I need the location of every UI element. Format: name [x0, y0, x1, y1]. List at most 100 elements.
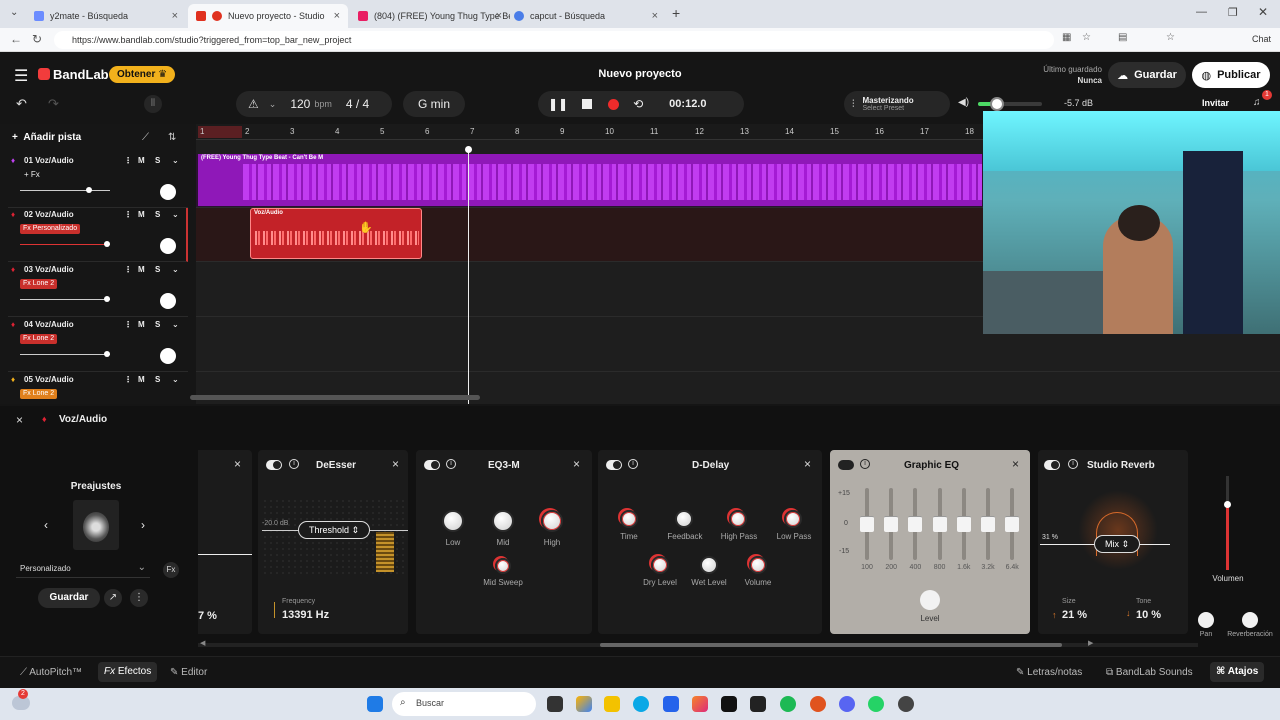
- geq-level-knob[interactable]: [920, 590, 940, 610]
- timeline-scrollbar[interactable]: [190, 395, 480, 400]
- eq3-mid-sweep-knob[interactable]: [495, 558, 511, 574]
- track-volume-handle[interactable]: [104, 296, 110, 302]
- more-icon[interactable]: ⋮: [124, 265, 132, 274]
- delay-toggle[interactable]: [606, 460, 622, 470]
- geq-band-handle[interactable]: [884, 516, 899, 532]
- delay-lowpass-knob[interactable]: [784, 510, 802, 528]
- loop-region[interactable]: [198, 126, 242, 138]
- solo-button[interactable]: S: [155, 210, 160, 219]
- copilot-app-icon[interactable]: [576, 696, 592, 712]
- invite-button[interactable]: Invitar: [1202, 98, 1229, 108]
- panel-scrollbar-track[interactable]: [198, 643, 1198, 647]
- bell-icon[interactable]: ♫: [1253, 97, 1261, 108]
- close-effect-icon[interactable]: ×: [1012, 457, 1019, 471]
- eq3-mid-knob[interactable]: [492, 510, 514, 532]
- restore-icon[interactable]: ❐: [1228, 6, 1238, 19]
- magic-wand-icon[interactable]: ⟋: [142, 132, 149, 143]
- time-signature[interactable]: 4 / 4: [346, 97, 369, 111]
- expand-icon[interactable]: ⌄: [172, 265, 179, 274]
- delay-wet-knob[interactable]: [700, 556, 718, 574]
- add-track-button[interactable]: + Añadir pista: [12, 132, 81, 143]
- sounds-tab[interactable]: ⧉ BandLab Sounds: [1106, 667, 1193, 678]
- fx-preset-tag[interactable]: Fx Lone 2: [20, 334, 58, 344]
- favorite-icon[interactable]: ☆: [1082, 32, 1091, 43]
- panel-scrollbar-thumb[interactable]: [600, 643, 1062, 647]
- close-effect-icon[interactable]: ×: [804, 457, 811, 471]
- publish-button[interactable]: ◍ Publicar: [1192, 62, 1270, 88]
- preset-select[interactable]: Personalizado ⌄: [16, 560, 150, 578]
- track-name[interactable]: 05 Voz/Audio: [24, 375, 74, 384]
- tab-youtube[interactable]: (804) (FREE) Young Thug Type Beat ×: [350, 4, 510, 28]
- track-volume-slider[interactable]: [20, 351, 110, 357]
- info-icon[interactable]: i: [446, 459, 456, 469]
- track-volume-slider[interactable]: [20, 187, 110, 193]
- back-icon[interactable]: ←: [10, 32, 22, 46]
- github-icon[interactable]: [898, 696, 914, 712]
- track-volume-handle[interactable]: [86, 187, 92, 193]
- fx-preset-tag[interactable]: Fx Lone 2: [20, 279, 58, 289]
- info-icon[interactable]: i: [1068, 459, 1078, 469]
- delay-volume-knob[interactable]: [749, 556, 767, 574]
- effects-tab[interactable]: Fx Efectos: [98, 662, 158, 682]
- close-effect-icon[interactable]: ×: [234, 457, 241, 471]
- undo-icon[interactable]: ↶: [16, 96, 27, 112]
- save-preset-button[interactable]: Guardar: [38, 588, 100, 608]
- close-tab-icon[interactable]: ×: [172, 10, 178, 22]
- pan-knob[interactable]: [160, 348, 176, 364]
- playhead[interactable]: [468, 148, 469, 404]
- more-icon[interactable]: ⋮: [124, 320, 132, 329]
- editor-tab[interactable]: ✎ Editor: [170, 667, 207, 678]
- store-icon[interactable]: [663, 696, 679, 712]
- geq-band-handle[interactable]: [932, 516, 947, 532]
- expand-icon[interactable]: ⌄: [172, 156, 179, 165]
- eq3-low-knob[interactable]: [442, 510, 464, 532]
- scroll-left-icon[interactable]: ◀: [200, 639, 205, 647]
- metronome-icon[interactable]: ⚠: [248, 97, 259, 111]
- close-effect-icon[interactable]: ×: [392, 457, 399, 471]
- playhead-handle[interactable]: [465, 146, 472, 153]
- track-volume-handle[interactable]: [104, 351, 110, 357]
- close-tab-icon[interactable]: ×: [334, 10, 340, 22]
- delay-time-knob[interactable]: [620, 510, 638, 528]
- info-icon[interactable]: i: [860, 459, 870, 469]
- tab-list-chevron-icon[interactable]: ⌄: [10, 7, 18, 18]
- solo-button[interactable]: S: [155, 265, 160, 274]
- track-volume-fader[interactable]: [1224, 476, 1231, 570]
- fx-preset-tag[interactable]: Fx Lone 2: [20, 389, 58, 399]
- threshold-handle[interactable]: Threshold ⇕: [298, 521, 370, 539]
- brave-icon[interactable]: [810, 696, 826, 712]
- close-tab-icon[interactable]: ×: [496, 10, 502, 22]
- solo-button[interactable]: S: [155, 156, 160, 165]
- track-volume-slider[interactable]: [20, 296, 110, 302]
- beat-clip[interactable]: (FREE) Young Thug Type Beat - Can't Be M: [198, 154, 982, 206]
- file-explorer-icon[interactable]: [604, 696, 620, 712]
- favorites-bar-icon[interactable]: ☆: [1166, 32, 1175, 43]
- geq-band-handle[interactable]: [981, 516, 995, 532]
- expand-icon[interactable]: ⌄: [172, 320, 179, 329]
- extensions-icon[interactable]: ▦: [1062, 32, 1071, 43]
- solo-button[interactable]: S: [155, 375, 160, 384]
- reverb-toggle[interactable]: [1044, 460, 1060, 470]
- discord-icon[interactable]: [839, 696, 855, 712]
- minimize-icon[interactable]: —: [1196, 6, 1207, 18]
- share-icon[interactable]: ↗: [104, 589, 122, 607]
- geq-toggle[interactable]: [838, 460, 854, 470]
- save-button[interactable]: ☁ Guardar: [1108, 62, 1186, 88]
- mastering-button[interactable]: ⫶ Masterizando Select Preset: [844, 91, 950, 117]
- redo-icon[interactable]: ↷: [48, 96, 59, 112]
- geq-band-handle[interactable]: [956, 516, 971, 532]
- loop-icon[interactable]: ⟲: [633, 97, 643, 111]
- prev-preset-icon[interactable]: ‹: [44, 518, 48, 532]
- bpm-value[interactable]: 120: [290, 97, 310, 111]
- geq-band-handle[interactable]: [1005, 516, 1020, 532]
- fx-preset-tag[interactable]: Fx Personalizado: [20, 224, 81, 234]
- more-icon[interactable]: ⋮: [124, 375, 132, 384]
- info-icon[interactable]: i: [289, 459, 299, 469]
- edge-icon[interactable]: [633, 696, 649, 712]
- reverb-mix-handle[interactable]: Mix ⇕: [1094, 535, 1140, 553]
- next-preset-icon[interactable]: ›: [141, 518, 145, 532]
- close-window-icon[interactable]: ✕: [1258, 5, 1268, 19]
- fader-handle[interactable]: [1224, 501, 1231, 508]
- track-volume-slider[interactable]: [20, 241, 110, 247]
- reload-icon[interactable]: ↻: [32, 32, 42, 46]
